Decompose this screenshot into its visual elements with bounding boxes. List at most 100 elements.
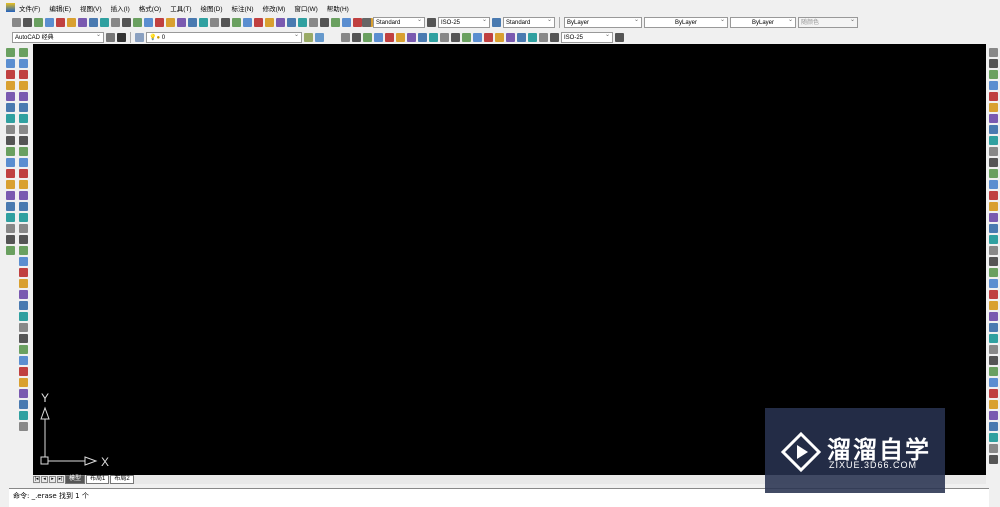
preview-icon[interactable] [56,17,65,27]
copy-object-icon[interactable] [19,59,28,68]
tool-icon[interactable] [989,180,998,189]
plot-icon[interactable] [45,17,54,27]
ellipse-icon[interactable] [6,147,15,156]
tool-icon[interactable] [309,17,318,27]
tool-icon[interactable] [989,290,998,299]
break-icon[interactable] [19,180,28,189]
tool-icon[interactable] [989,213,998,222]
menu-item[interactable]: 工具(T) [170,3,191,13]
lineweight-select[interactable]: ByLayer [730,16,796,28]
linetype-select[interactable]: ByLayer [644,16,728,28]
rotate-icon[interactable] [19,114,28,123]
extend-icon[interactable] [19,158,28,167]
tool-icon[interactable] [989,92,998,101]
tool-icon[interactable] [19,422,28,431]
tool-icon[interactable] [19,235,28,244]
circle-icon[interactable] [6,114,15,123]
array-icon[interactable] [19,92,28,101]
trim-icon[interactable] [19,147,28,156]
menu-item[interactable]: 视图(V) [80,3,102,13]
tool-icon[interactable] [989,268,998,277]
tool-icon[interactable] [989,136,998,145]
tool-icon[interactable] [989,169,998,178]
tool-icon[interactable] [989,235,998,244]
offset-icon[interactable] [19,81,28,90]
sheet-set-icon[interactable] [265,17,274,27]
aligned-dim-icon[interactable] [352,32,361,42]
diameter-icon[interactable] [407,32,416,42]
insert-block-icon[interactable] [6,169,15,178]
tool-icon[interactable] [989,356,998,365]
ordinate-icon[interactable] [374,32,383,42]
tool-icon[interactable] [528,32,537,42]
workspace-select[interactable]: AutoCAD 经典 [12,31,104,43]
dim-edit-icon[interactable] [495,32,504,42]
break-at-point-icon[interactable] [19,169,28,178]
tool-icon[interactable] [19,356,28,365]
tool-icon[interactable] [19,246,28,255]
arc-length-icon[interactable] [363,32,372,42]
tool-icon[interactable] [19,334,28,343]
menu-item[interactable]: 窗口(W) [294,3,317,13]
tool-icon[interactable] [989,378,998,387]
tab-model[interactable]: 模型 [65,475,86,484]
new-icon[interactable] [12,17,21,27]
markup-icon[interactable] [276,17,285,27]
tool-icon[interactable] [989,455,998,464]
polyline-icon[interactable] [6,70,15,79]
menu-item[interactable]: 编辑(E) [49,3,71,13]
save-icon[interactable] [34,17,43,27]
tool-icon[interactable] [989,400,998,409]
stretch-icon[interactable] [19,136,28,145]
plot-style-select[interactable]: 随颜色 [798,16,858,28]
dim-style-select-2[interactable]: ISO-25 [561,31,613,43]
prev-tab-button[interactable]: ◂ [41,476,48,483]
quick-leader-icon[interactable] [462,32,471,42]
erase-icon[interactable] [19,48,28,57]
tool-icon[interactable] [989,389,998,398]
tool-icon[interactable] [989,81,998,90]
design-center-icon[interactable] [243,17,252,27]
tool-icon[interactable] [989,323,998,332]
gradient-icon[interactable] [6,213,15,222]
construction-line-icon[interactable] [6,59,15,68]
angular-icon[interactable] [418,32,427,42]
tool-icon[interactable] [989,70,998,79]
tool-icon[interactable] [989,48,998,57]
dim-style-select[interactable]: ISO-25 [438,16,490,28]
quickcalc-icon[interactable] [287,17,296,27]
tool-icon[interactable] [353,17,362,27]
tool-icon[interactable] [19,301,28,310]
next-tab-button[interactable]: ▸ [49,476,56,483]
tool-icon[interactable] [989,444,998,453]
tool-icon[interactable] [19,345,28,354]
arc-icon[interactable] [6,103,15,112]
tool-icon[interactable] [989,334,998,343]
tool-icon[interactable] [989,411,998,420]
layer-select[interactable]: 💡● 0 [146,31,302,43]
tool-icon[interactable] [19,378,28,387]
copy-icon[interactable] [100,17,109,27]
tool-icon[interactable] [989,147,998,156]
line-icon[interactable] [6,48,15,57]
tool-icon[interactable] [19,290,28,299]
layer-previous-icon[interactable] [304,32,313,42]
tool-icon[interactable] [19,389,28,398]
tool-icon[interactable] [19,268,28,277]
publish-icon[interactable] [67,17,76,27]
first-tab-button[interactable]: |◂ [33,476,40,483]
tool-icon[interactable] [989,224,998,233]
properties-icon[interactable] [232,17,241,27]
tool-icon[interactable] [989,246,998,255]
scale-icon[interactable] [19,125,28,134]
tool-icon[interactable] [550,32,559,42]
tool-icon[interactable] [989,202,998,211]
tool-icon[interactable] [342,17,351,27]
menu-item[interactable]: 格式(O) [139,3,161,13]
join-icon[interactable] [19,191,28,200]
tool-icon[interactable] [989,158,998,167]
tool-icon[interactable] [539,32,548,42]
explode-icon[interactable] [19,224,28,233]
make-current-icon[interactable] [315,32,324,42]
tool-icon[interactable] [320,17,329,27]
